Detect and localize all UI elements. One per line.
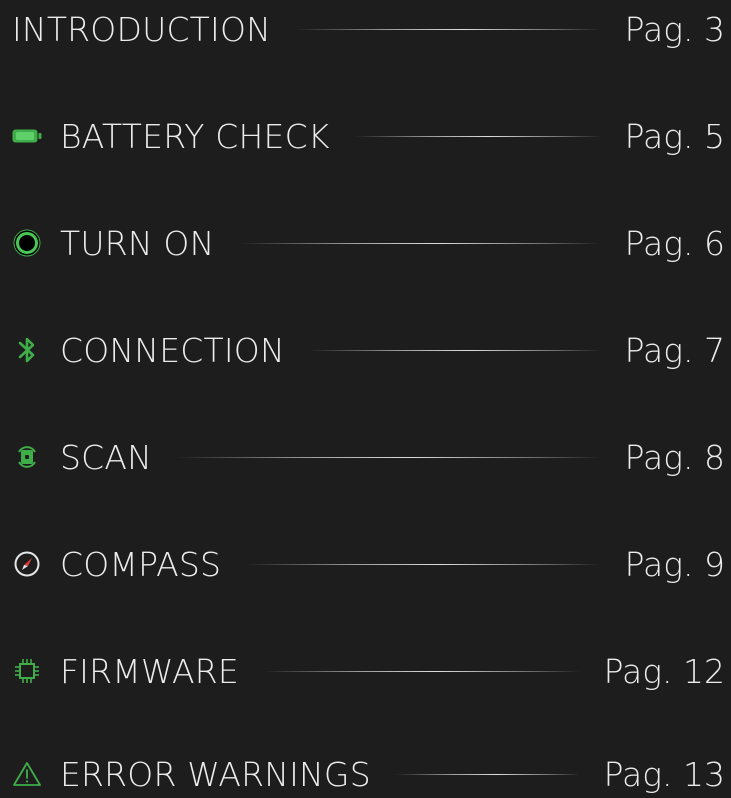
toc-item-title: BATTERY CHECK bbox=[60, 116, 330, 156]
scan-icon bbox=[12, 442, 42, 472]
toc-item-page: Pag. 12 bbox=[603, 651, 725, 691]
toc-item-battery-check[interactable]: BATTERY CHECK Pag. 5 bbox=[12, 112, 725, 160]
toc-item-page: Pag. 6 bbox=[624, 223, 725, 263]
toc-item-compass[interactable]: COMPASS Pag. 9 bbox=[12, 540, 725, 588]
battery-icon bbox=[12, 121, 42, 151]
toc-item-title: CONNECTION bbox=[60, 330, 285, 370]
toc-item-title: INTRODUCTION bbox=[12, 9, 272, 49]
bluetooth-icon bbox=[12, 335, 42, 365]
toc-item-scan[interactable]: SCAN Pag. 8 bbox=[12, 433, 725, 481]
leader-line bbox=[394, 773, 580, 775]
toc-item-title: FIRMWARE bbox=[60, 651, 239, 691]
toc-item-page: Pag. 5 bbox=[624, 116, 725, 156]
compass-icon bbox=[12, 549, 42, 579]
toc-item-error-warnings[interactable]: ERROR WARNINGS Pag. 13 bbox=[12, 750, 725, 798]
toc-item-title: TURN ON bbox=[60, 223, 215, 263]
toc-item-firmware[interactable]: FIRMWARE Pag. 12 bbox=[12, 647, 725, 695]
toc-item-introduction[interactable]: INTRODUCTION Pag. 3 bbox=[12, 5, 725, 53]
toc-item-title: ERROR WARNINGS bbox=[60, 754, 371, 794]
warning-icon bbox=[12, 759, 42, 789]
toc-item-page: Pag. 7 bbox=[624, 330, 725, 370]
leader-line bbox=[295, 28, 601, 30]
toc-item-connection[interactable]: CONNECTION Pag. 7 bbox=[12, 326, 725, 374]
leader-line bbox=[353, 135, 601, 137]
toc-item-turn-on[interactable]: TURN ON Pag. 6 bbox=[12, 219, 725, 267]
leader-line bbox=[262, 670, 580, 672]
power-ring-icon bbox=[12, 228, 42, 258]
table-of-contents: INTRODUCTION Pag. 3 BATTERY CHECK Pag. 5… bbox=[0, 0, 731, 798]
leader-line bbox=[176, 456, 601, 458]
toc-item-page: Pag. 8 bbox=[624, 437, 725, 477]
leader-line bbox=[245, 563, 601, 565]
toc-item-title: SCAN bbox=[60, 437, 153, 477]
chip-icon bbox=[12, 656, 42, 686]
leader-line bbox=[238, 242, 601, 244]
toc-item-page: Pag. 13 bbox=[603, 754, 725, 794]
toc-item-page: Pag. 3 bbox=[624, 9, 725, 49]
leader-line bbox=[308, 349, 601, 351]
toc-item-title: COMPASS bbox=[60, 544, 222, 584]
toc-item-page: Pag. 9 bbox=[624, 544, 725, 584]
